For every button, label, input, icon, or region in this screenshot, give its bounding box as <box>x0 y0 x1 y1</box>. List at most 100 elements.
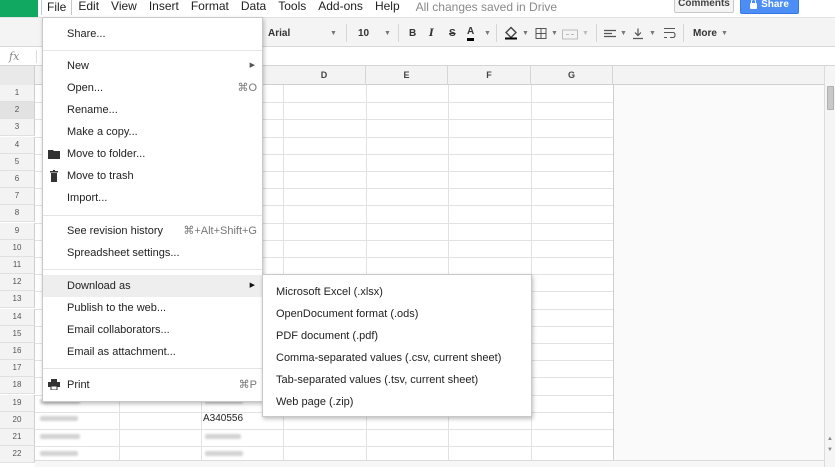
menu-format[interactable]: Format <box>185 0 235 14</box>
menu-open[interactable]: Open... ⌘O <box>43 77 262 99</box>
grid-empty-area <box>613 85 824 467</box>
menu-make-copy[interactable]: Make a copy... <box>43 121 262 143</box>
menu-insert[interactable]: Insert <box>143 0 185 14</box>
menu-tools[interactable]: Tools <box>272 0 312 14</box>
share-button[interactable]: Share <box>740 0 799 14</box>
download-as-submenu: Microsoft Excel (.xlsx) OpenDocument for… <box>262 274 532 417</box>
text-color-button[interactable]: A <box>467 26 475 41</box>
row-header[interactable]: 7 <box>0 188 35 206</box>
row-header[interactable]: 4 <box>0 136 35 154</box>
cell-c20[interactable]: A340556 <box>203 411 243 427</box>
column-header-g[interactable]: G <box>531 66 613 85</box>
row-header[interactable]: 14 <box>0 308 35 326</box>
row-header[interactable]: 5 <box>0 153 35 171</box>
menu-open-label: Open... <box>67 82 104 94</box>
menu-email-collaborators[interactable]: Email collaborators... <box>43 319 262 341</box>
menu-file[interactable]: File <box>41 0 73 15</box>
row-header[interactable]: 19 <box>0 394 35 412</box>
row-header[interactable]: 3 <box>0 119 35 137</box>
download-xlsx[interactable]: Microsoft Excel (.xlsx) <box>263 281 531 303</box>
comments-button[interactable]: Comments <box>674 0 734 13</box>
menu-new[interactable]: New ▶ <box>43 55 262 77</box>
download-zip[interactable]: Web page (.zip) <box>263 391 531 413</box>
menu-view[interactable]: View <box>105 0 143 14</box>
fill-color-caret-icon[interactable]: ▼ <box>522 26 529 41</box>
font-family-select[interactable]: Arial <box>268 26 290 41</box>
row-header[interactable]: 22 <box>0 446 35 464</box>
menu-data[interactable]: Data <box>235 0 272 14</box>
bold-button[interactable]: B <box>409 26 416 41</box>
save-status[interactable]: All changes saved in Drive <box>406 0 557 14</box>
font-size-select[interactable]: 10 <box>358 26 369 41</box>
more-caret-icon[interactable]: ▼ <box>721 26 728 41</box>
download-pdf[interactable]: PDF document (.pdf) <box>263 325 531 347</box>
text-wrap-icon[interactable] <box>663 26 676 41</box>
row-header[interactable]: 9 <box>0 222 35 240</box>
vertical-align-caret-icon[interactable]: ▼ <box>649 26 656 41</box>
menu-rename[interactable]: Rename... <box>43 99 262 121</box>
submenu-arrow-icon: ▶ <box>249 62 255 69</box>
download-ods[interactable]: OpenDocument format (.ods) <box>263 303 531 325</box>
row-header[interactable]: 11 <box>0 257 35 274</box>
menu-help[interactable]: Help <box>369 0 406 14</box>
menu-spreadsheet-settings[interactable]: Spreadsheet settings... <box>43 242 262 264</box>
horizontal-scrollbar[interactable] <box>35 460 824 467</box>
borders-caret-icon[interactable]: ▼ <box>551 26 558 41</box>
row-header[interactable]: 8 <box>0 205 35 223</box>
vertical-align-icon[interactable] <box>632 26 644 41</box>
column-header-d[interactable]: D <box>283 66 366 85</box>
row-header[interactable]: 10 <box>0 239 35 257</box>
open-shortcut: ⌘O <box>237 82 257 94</box>
menu-move-to-folder[interactable]: Move to folder... <box>43 143 262 165</box>
merge-caret-icon[interactable]: ▼ <box>582 26 589 41</box>
toolbar-divider <box>346 24 347 42</box>
folder-icon <box>48 150 60 159</box>
strikethrough-button[interactable]: S <box>449 26 456 41</box>
scroll-down-icon[interactable]: ▼ <box>827 447 833 453</box>
scroll-up-icon[interactable]: ▲ <box>827 436 833 442</box>
row-header[interactable]: 1 <box>0 85 35 102</box>
row-header[interactable]: 20 <box>0 411 35 429</box>
share-label: Share <box>761 0 789 10</box>
menu-edit[interactable]: Edit <box>72 0 105 14</box>
column-header-e[interactable]: E <box>366 66 448 85</box>
merge-cells-icon[interactable] <box>562 27 578 42</box>
menu-move-to-trash[interactable]: Move to trash <box>43 165 262 187</box>
row-header[interactable]: 12 <box>0 274 35 292</box>
menu-download-as-label: Download as <box>67 280 131 292</box>
italic-button[interactable]: I <box>429 26 434 41</box>
column-header-f[interactable]: F <box>448 66 531 85</box>
row-header[interactable]: 13 <box>0 291 35 309</box>
menu-share[interactable]: Share... <box>43 23 262 45</box>
menu-import[interactable]: Import... <box>43 187 262 209</box>
row-header[interactable]: 2 <box>0 102 35 120</box>
more-button[interactable]: More <box>693 26 717 41</box>
align-left-icon[interactable] <box>604 27 616 42</box>
menu-revision-history[interactable]: See revision history ⌘+Alt+Shift+G <box>43 220 262 242</box>
row-header[interactable]: 16 <box>0 343 35 360</box>
menu-download-as[interactable]: Download as ▶ <box>43 275 262 297</box>
download-csv[interactable]: Comma-separated values (.csv, current sh… <box>263 347 531 369</box>
row-header[interactable]: 21 <box>0 429 35 446</box>
menu-email-attachment[interactable]: Email as attachment... <box>43 341 262 363</box>
fill-color-icon[interactable] <box>504 25 518 40</box>
row-header[interactable]: 6 <box>0 171 35 188</box>
row-header[interactable]: 15 <box>0 325 35 343</box>
fx-icon: fx <box>9 50 20 63</box>
row-header[interactable]: 18 <box>0 377 35 395</box>
sheets-logo[interactable] <box>0 0 38 17</box>
align-caret-icon[interactable]: ▼ <box>620 26 627 41</box>
menu-separator <box>43 50 262 51</box>
download-tsv[interactable]: Tab-separated values (.tsv, current shee… <box>263 369 531 391</box>
menu-print[interactable]: Print ⌘P <box>43 374 262 396</box>
menu-add-ons[interactable]: Add-ons <box>312 0 369 14</box>
vertical-scrollbar[interactable]: ▲ ▼ <box>824 66 835 467</box>
menu-publish[interactable]: Publish to the web... <box>43 297 262 319</box>
font-family-caret-icon[interactable]: ▼ <box>330 26 337 41</box>
scrollbar-thumb[interactable] <box>827 86 834 110</box>
font-size-caret-icon[interactable]: ▼ <box>384 26 391 41</box>
row-header[interactable]: 17 <box>0 360 35 378</box>
borders-icon[interactable] <box>535 26 547 41</box>
text-color-caret-icon[interactable]: ▼ <box>484 26 491 41</box>
select-all-corner[interactable] <box>0 66 35 85</box>
